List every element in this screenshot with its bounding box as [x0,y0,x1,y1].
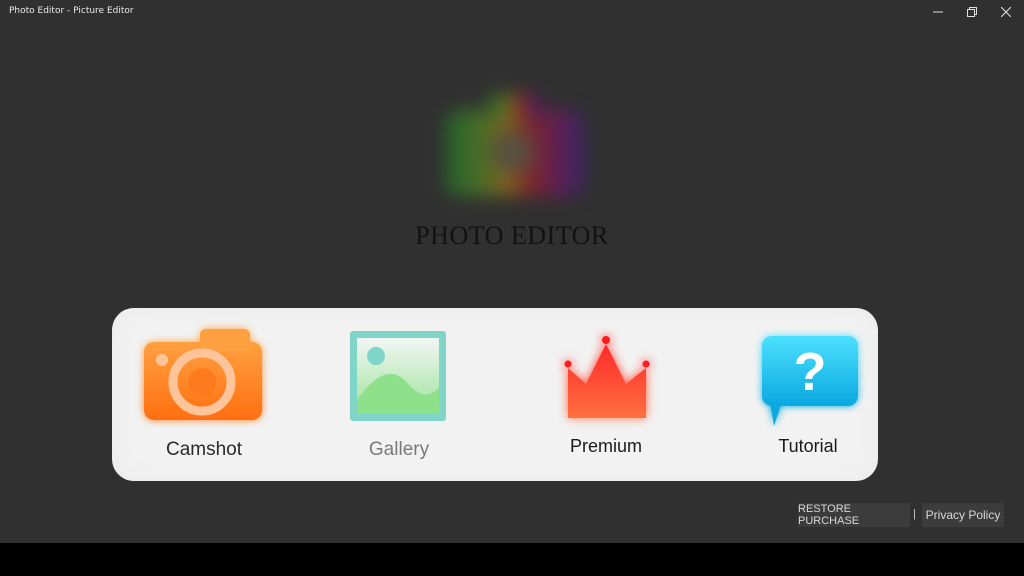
taskbar [0,543,1024,576]
camshot-button[interactable]: Camshot [134,308,274,481]
help-bubble-icon: ? [762,336,858,426]
restore-icon [967,7,977,17]
app-logo [425,78,605,208]
restore-button[interactable] [955,0,989,24]
tutorial-label: Tutorial [778,436,838,456]
privacy-policy-button[interactable]: Privacy Policy [922,503,1004,527]
footer-separator: | [913,508,916,520]
gallery-button[interactable]: Gallery [334,308,464,481]
minimize-icon [933,7,943,17]
hero-title: PHOTO EDITOR [415,221,609,250]
tutorial-button[interactable]: ? Tutorial [748,308,868,481]
close-button[interactable] [989,0,1023,24]
premium-label: Premium [569,436,642,456]
gallery-icon [350,331,446,421]
premium-button[interactable]: Premium [546,308,666,481]
action-panel: Camshot Gallery Premium ? Tutorial [112,308,878,481]
title-bar: Photo Editor - Picture Editor [0,0,1024,24]
close-icon [1001,7,1011,17]
svg-text:?: ? [794,342,827,402]
camera-icon [144,329,262,420]
gallery-label: Gallery [368,439,430,460]
camshot-label: Camshot [165,439,243,460]
app-window: Photo Editor - Picture Editor PHOTO EDIT… [0,0,1024,543]
restore-purchase-button[interactable]: RESTORE PURCHASE [798,503,910,527]
crown-icon [564,336,650,418]
window-title: Photo Editor - Picture Editor [9,6,134,16]
minimize-button[interactable] [921,0,955,24]
camera-logo-icon [445,94,585,196]
